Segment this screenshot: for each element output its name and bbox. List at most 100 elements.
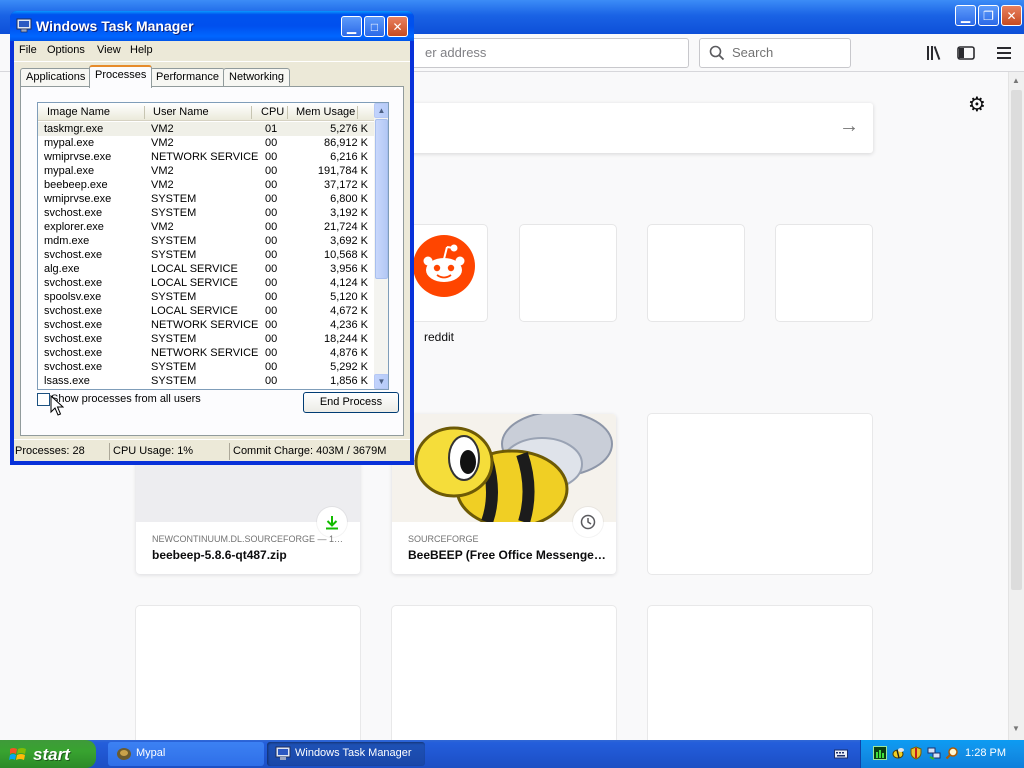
- scroll-down-arrow-icon[interactable]: ▼: [374, 374, 388, 389]
- process-user-name: VM2: [151, 137, 174, 149]
- process-image-name: svchost.exe: [44, 249, 103, 261]
- taskbar-button-mypal[interactable]: Mypal: [108, 742, 264, 766]
- network-icon[interactable]: [927, 746, 941, 760]
- process-user-name: SYSTEM: [151, 333, 197, 345]
- scroll-up-arrow-icon[interactable]: ▲: [374, 103, 388, 118]
- process-cpu: 00: [265, 221, 278, 233]
- process-row[interactable]: spoolsv.exe SYSTEM 00 5,120 K: [38, 290, 374, 304]
- column-image-name[interactable]: Image Name: [47, 106, 110, 118]
- highlight-card[interactable]: SOURCEFORGE BeeBEEP (Free Office Messeng…: [392, 414, 616, 574]
- process-cpu: 00: [265, 263, 278, 275]
- process-list-scrollbar[interactable]: ▲ ▼: [374, 103, 388, 389]
- top-site-empty: [520, 225, 616, 321]
- url-bar[interactable]: er address: [400, 38, 689, 68]
- process-row[interactable]: wmiprvse.exe SYSTEM 00 6,800 K: [38, 192, 374, 206]
- process-row[interactable]: svchost.exe LOCAL SERVICE 00 4,124 K: [38, 276, 374, 290]
- process-row[interactable]: wmiprvse.exe NETWORK SERVICE 00 6,216 K: [38, 150, 374, 164]
- tm-close-button[interactable]: ✕: [387, 16, 408, 37]
- process-row[interactable]: svchost.exe SYSTEM 00 18,244 K: [38, 332, 374, 346]
- process-row[interactable]: taskmgr.exe VM2 01 5,276 K: [38, 122, 374, 136]
- search-tray-icon[interactable]: [945, 746, 959, 760]
- tab-performance[interactable]: Performance: [150, 68, 225, 87]
- process-row[interactable]: beebeep.exe VM2 00 37,172 K: [38, 178, 374, 192]
- end-process-button[interactable]: End Process: [303, 392, 399, 413]
- process-user-name: LOCAL SERVICE: [151, 305, 238, 317]
- process-row[interactable]: svchost.exe SYSTEM 00 5,292 K: [38, 360, 374, 374]
- process-user-name: SYSTEM: [151, 207, 197, 219]
- process-row[interactable]: svchost.exe LOCAL SERVICE 00 4,672 K: [38, 304, 374, 318]
- process-row[interactable]: mypal.exe VM2 00 86,912 K: [38, 136, 374, 150]
- minimize-button[interactable]: ▁: [955, 5, 976, 26]
- scroll-down-arrow-icon[interactable]: ▼: [1010, 724, 1022, 736]
- column-mem-usage[interactable]: Mem Usage: [296, 106, 355, 118]
- process-image-name: svchost.exe: [44, 319, 103, 331]
- column-user-name[interactable]: User Name: [153, 106, 209, 118]
- top-site-empty: [776, 225, 872, 321]
- tab-processes[interactable]: Processes: [89, 65, 153, 88]
- process-list-scroll-thumb[interactable]: [375, 119, 388, 279]
- menu-view[interactable]: View: [97, 44, 121, 56]
- process-cpu: 00: [265, 137, 278, 149]
- highlight-empty: [648, 414, 872, 574]
- process-image-name: taskmgr.exe: [44, 123, 104, 135]
- process-row[interactable]: mdm.exe SYSTEM 00 3,692 K: [38, 234, 374, 248]
- tab-networking[interactable]: Networking: [223, 68, 291, 87]
- task-manager-tray-icon[interactable]: [873, 746, 887, 760]
- search-icon: [709, 45, 725, 61]
- highlight-source: NEWCONTINUUM.DL.SOURCEFORGE — 1…: [152, 534, 344, 544]
- process-row[interactable]: explorer.exe VM2 00 21,724 K: [38, 220, 374, 234]
- scroll-up-arrow-icon[interactable]: ▲: [1010, 76, 1022, 88]
- process-row[interactable]: svchost.exe SYSTEM 00 10,568 K: [38, 248, 374, 262]
- menu-icon[interactable]: [994, 43, 1014, 63]
- process-mem-usage: 4,236 K: [330, 319, 368, 331]
- windows-logo-icon: [9, 748, 26, 760]
- tm-maximize-button[interactable]: □: [364, 16, 385, 37]
- process-row[interactable]: lsass.exe SYSTEM 00 1,856 K: [38, 374, 374, 388]
- menu-file[interactable]: File: [19, 44, 37, 56]
- process-row[interactable]: svchost.exe NETWORK SERVICE 00 4,236 K: [38, 318, 374, 332]
- process-mem-usage: 3,692 K: [330, 235, 368, 247]
- process-list[interactable]: Image Name User Name CPU Mem Usage taskm…: [37, 102, 389, 390]
- process-row[interactable]: svchost.exe SYSTEM 00 3,192 K: [38, 206, 374, 220]
- clock[interactable]: 1:28 PM: [965, 747, 1006, 759]
- process-user-name: LOCAL SERVICE: [151, 277, 238, 289]
- process-user-name: SYSTEM: [151, 249, 197, 261]
- column-cpu[interactable]: CPU: [261, 106, 284, 118]
- process-mem-usage: 18,244 K: [323, 333, 368, 345]
- system-tray: 1:28 PM: [860, 740, 1024, 768]
- show-all-users-label[interactable]: Show processes from all users: [51, 393, 201, 405]
- newtab-search-box[interactable]: →: [380, 103, 873, 153]
- process-cpu: 00: [265, 333, 278, 345]
- process-mem-usage: 1,856 K: [330, 375, 368, 387]
- show-all-users-checkbox[interactable]: [37, 393, 50, 406]
- tab-applications[interactable]: Applications: [20, 68, 92, 87]
- menu-options[interactable]: Options: [47, 44, 85, 56]
- process-row[interactable]: mypal.exe VM2 00 191,784 K: [38, 164, 374, 178]
- process-cpu: 00: [265, 305, 278, 317]
- search-bar[interactable]: Search: [699, 38, 851, 68]
- library-icon[interactable]: [925, 43, 945, 63]
- taskbar-button-task-manager[interactable]: Windows Task Manager: [267, 742, 425, 766]
- tm-minimize-button[interactable]: ▁: [341, 16, 362, 37]
- process-mem-usage: 4,672 K: [330, 305, 368, 317]
- process-row[interactable]: alg.exe LOCAL SERVICE 00 3,956 K: [38, 262, 374, 276]
- task-manager-titlebar[interactable]: Windows Task Manager ▁ □ ✕: [10, 11, 414, 41]
- process-user-name: SYSTEM: [151, 291, 197, 303]
- restore-button[interactable]: ❐: [978, 5, 999, 26]
- menu-help[interactable]: Help: [130, 44, 153, 56]
- beebeep-bee-image: [392, 414, 616, 529]
- status-commit-charge: Commit Charge: 403M / 3679M: [233, 445, 387, 457]
- keyboard-icon[interactable]: [834, 747, 848, 761]
- process-cpu: 00: [265, 207, 278, 219]
- settings-gear-icon[interactable]: ⚙: [966, 94, 988, 116]
- search-go-arrow-icon[interactable]: →: [839, 115, 859, 138]
- page-scroll-thumb[interactable]: [1011, 90, 1022, 590]
- clock-icon: [573, 507, 603, 537]
- bee-tray-icon[interactable]: [891, 746, 905, 760]
- sidebar-icon[interactable]: [956, 43, 976, 63]
- start-button[interactable]: start: [0, 740, 96, 768]
- process-row[interactable]: svchost.exe NETWORK SERVICE 00 4,876 K: [38, 346, 374, 360]
- close-button[interactable]: ✕: [1001, 5, 1022, 26]
- security-shield-icon[interactable]: [909, 746, 923, 760]
- process-mem-usage: 191,784 K: [317, 165, 368, 177]
